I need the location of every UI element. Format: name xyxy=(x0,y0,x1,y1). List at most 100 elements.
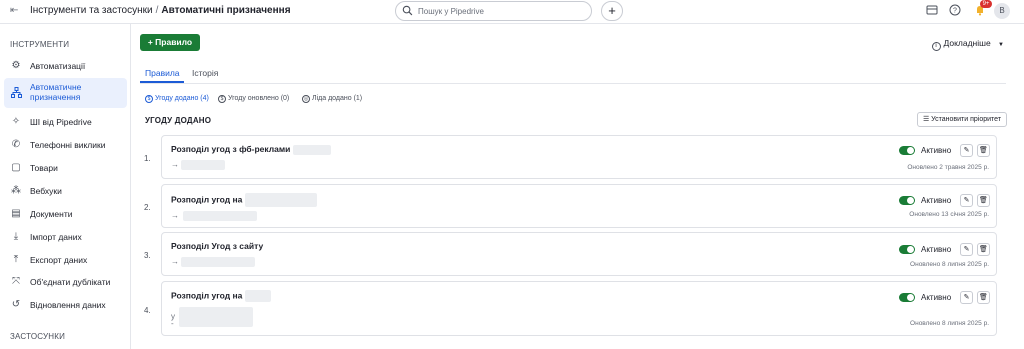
active-toggle[interactable] xyxy=(899,196,915,205)
rule-subtitle: → xyxy=(171,257,255,267)
redacted-text xyxy=(244,290,271,302)
sidebar-item-label: Документи xyxy=(30,209,73,219)
sidebar: ІНСТРУМЕНТИ ⚙ Автоматизації Автоматичне … xyxy=(0,24,131,349)
rule-subtitle: → xyxy=(171,211,257,221)
rule-number: 1. xyxy=(144,154,151,163)
sidebar-item-webhooks[interactable]: ⁂ Вебхуки xyxy=(4,181,127,201)
notification-badge: 9+ xyxy=(980,0,992,8)
search-box[interactable] xyxy=(395,1,592,21)
main-content: + Правило i Докладніше ▼ Правила Історія … xyxy=(131,24,1024,349)
status-label: Активно xyxy=(921,293,952,302)
filter-deal-added[interactable]: $ Угоду додано (4) xyxy=(145,93,209,105)
rule-card[interactable]: Розподіл Угод з сайту → Активно ✎ 🗑 Онов… xyxy=(161,232,997,276)
sidebar-item-calls[interactable]: ✆ Телефонні виклики xyxy=(4,135,127,155)
sidebar-item-label: Телефонні виклики xyxy=(30,140,106,150)
sparkle-icon: ✧ xyxy=(11,116,21,127)
filter-label: Угоду оновлено (0) xyxy=(228,95,290,102)
rule-number: 2. xyxy=(144,203,151,212)
phone-icon: ✆ xyxy=(11,139,21,150)
active-toggle[interactable] xyxy=(899,146,915,155)
sidebar-item-automations[interactable]: ⚙ Автоматизації xyxy=(4,56,127,76)
restore-icon: ↺ xyxy=(11,299,21,310)
sidebar-item-ai[interactable]: ✧ ШІ від Pipedrive xyxy=(4,112,127,132)
edit-icon[interactable]: ✎ xyxy=(960,243,973,256)
sidebar-item-label: ШІ від Pipedrive xyxy=(30,117,92,127)
delete-icon[interactable]: 🗑 xyxy=(977,194,990,207)
set-priority-button[interactable]: ☰ Установити пріоритет xyxy=(917,112,1007,127)
top-bar: ⇤ Інструменти та застосунки / Автоматичні … xyxy=(0,0,1024,24)
set-priority-label: Установити пріоритет xyxy=(931,116,1002,123)
delete-icon[interactable]: 🗑 xyxy=(977,144,990,157)
dollar-icon: $ xyxy=(145,95,153,103)
notifications-icon[interactable]: 9+ xyxy=(973,0,992,18)
sidebar-item-documents[interactable]: ▤ Документи xyxy=(4,204,127,224)
marketplace-icon[interactable] xyxy=(925,4,939,18)
breadcrumb-parent[interactable]: Інструменти та застосунки xyxy=(30,5,153,16)
rule-number: 4. xyxy=(144,306,151,315)
redacted-text xyxy=(244,193,317,207)
filter-label: Угоду додано (4) xyxy=(155,95,209,102)
learn-more-label: Докладніше xyxy=(943,38,991,48)
sidebar-item-auto-assignment[interactable]: Автоматичне призначення xyxy=(4,78,127,108)
redacted-text xyxy=(181,160,225,170)
search-icon xyxy=(402,5,413,16)
filter-lead-added[interactable]: ◎ Ліда додано (1) xyxy=(302,93,362,105)
collapse-menu-icon[interactable]: ⇤ xyxy=(10,6,22,16)
rule-title: Розподіл угод з фб-реклами xyxy=(171,144,331,155)
add-rule-button[interactable]: + Правило xyxy=(140,34,200,51)
rule-subtitle: → xyxy=(171,160,225,170)
breadcrumb: Інструменти та застосунки / Автоматичні пр… xyxy=(30,5,291,17)
delete-icon[interactable]: 🗑 xyxy=(977,291,990,304)
sidebar-item-data-restore[interactable]: ↺ Відновлення даних xyxy=(4,295,127,315)
list-icon: ☰ xyxy=(922,116,930,123)
info-icon: i xyxy=(931,42,941,51)
filter-deal-updated[interactable]: $ Угоду оновлено (0) xyxy=(218,93,289,105)
rule-title: Розподіл угод на xyxy=(171,193,317,207)
rule-subtitle: у xyxy=(171,307,253,327)
help-icon[interactable]: ? xyxy=(948,4,962,18)
sidebar-item-label: Автоматизації xyxy=(30,61,86,71)
svg-text:?: ? xyxy=(953,8,957,15)
sidebar-heading-apps: ЗАСТОСУНКИ xyxy=(10,332,66,341)
sidebar-item-export[interactable]: ⤒ Експорт даних xyxy=(4,250,127,270)
sidebar-item-import[interactable]: ⤓ Імпорт даних xyxy=(4,227,127,247)
sidebar-heading-tools: ІНСТРУМЕНТИ xyxy=(10,40,70,49)
box-icon: ▢ xyxy=(11,162,21,173)
rule-card[interactable]: Розподіл угод з фб-реклами → Активно ✎ 🗑… xyxy=(161,135,997,179)
search-input[interactable] xyxy=(418,5,583,17)
export-icon: ⤒ xyxy=(13,254,19,265)
edit-icon[interactable]: ✎ xyxy=(960,291,973,304)
learn-more-link[interactable]: i Докладніше ▼ xyxy=(931,38,1004,51)
status-label: Активно xyxy=(921,146,952,155)
active-toggle[interactable] xyxy=(899,245,915,254)
updated-timestamp: Оновлено 2 травня 2025 р. xyxy=(907,164,989,171)
tabs-divider xyxy=(140,83,1006,84)
page-title: Автоматичні призначення xyxy=(161,5,291,16)
rule-subtitle-2: - xyxy=(171,319,174,328)
quick-add-button[interactable]: + xyxy=(601,1,623,21)
redacted-text xyxy=(181,257,255,267)
sidebar-item-label: Автоматичне призначення xyxy=(30,82,82,102)
filter-label: Ліда додано (1) xyxy=(312,95,363,102)
sidebar-item-merge-duplicates[interactable]: ⤧ Об'єднати дублікати xyxy=(4,272,127,292)
hierarchy-icon xyxy=(10,87,22,99)
robot-icon: ⚙ xyxy=(11,60,21,71)
tab-rules[interactable]: Правила xyxy=(145,68,180,78)
webhook-icon: ⁂ xyxy=(11,185,21,196)
sidebar-item-label: Експорт даних xyxy=(30,255,88,265)
rule-card[interactable]: Розподіл угод на у - Активно ✎ 🗑 Оновлен… xyxy=(161,281,997,336)
edit-icon[interactable]: ✎ xyxy=(960,144,973,157)
edit-icon[interactable]: ✎ xyxy=(960,194,973,207)
sidebar-item-products[interactable]: ▢ Товари xyxy=(4,158,127,178)
redacted-text xyxy=(179,307,253,327)
avatar[interactable]: В xyxy=(994,3,1010,19)
delete-icon[interactable]: 🗑 xyxy=(977,243,990,256)
redacted-text xyxy=(183,211,257,221)
updated-timestamp: Оновлено 8 липня 2025 р. xyxy=(910,320,989,327)
updated-timestamp: Оновлено 8 липня 2025 р. xyxy=(910,261,989,268)
tab-history[interactable]: Історія xyxy=(192,68,218,78)
active-toggle[interactable] xyxy=(899,293,915,302)
chevron-down-icon: ▼ xyxy=(998,42,1004,48)
section-title: УГОДУ ДОДАНО xyxy=(145,116,212,125)
rule-card[interactable]: Розподіл угод на → Активно ✎ 🗑 Оновлено … xyxy=(161,184,997,228)
